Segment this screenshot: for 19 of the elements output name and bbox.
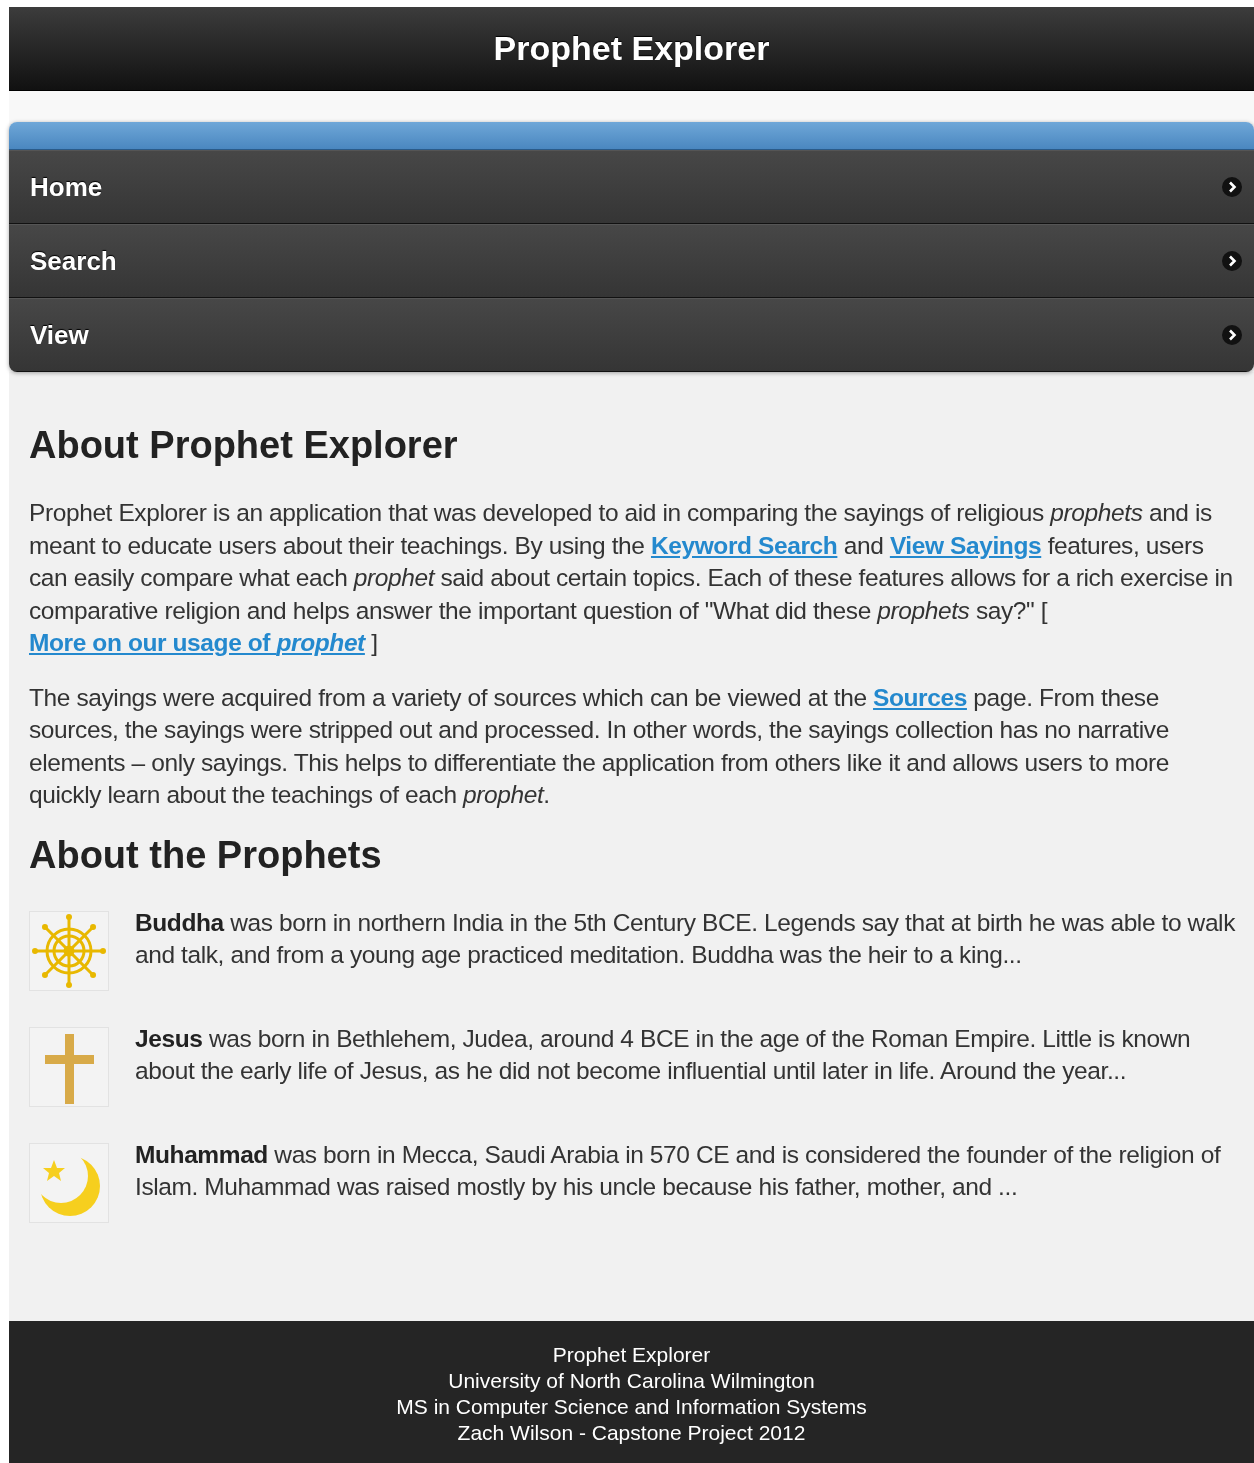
- text-link[interactable]: More on our usage of prophet: [29, 629, 365, 656]
- paragraph: Prophet Explorer is an application that was developed to aid in comparing the sayings of religious prophets and is meant to educate users about their teachings. By using the Keyword Search and View Sayings features, users can easily compare what each prophet said about certain topics. Each of these features allows for a rich exercise in comparative religion and helps answer the important question of "What did these prophets say?" [ More on our usage of prophet ]: [29, 498, 1234, 658]
- text-link[interactable]: View Sayings: [889, 531, 1042, 559]
- prophet-summary: Muhammad was born in Mecca, Saudi Arabia in 570 CE and is considered the founder of the religion of Islam. Muhammad was raised mostly by his uncle because his father, mother, and ...: [135, 1139, 1222, 1202]
- text-link[interactable]: Keyword Search: [650, 531, 838, 559]
- prophet-summary: Buddha was born in northern India in the 5th Century BCE. Legends say that at birth he was able to walk and talk, and from a young age practiced meditation. Buddha was the heir to a king...: [135, 907, 1236, 970]
- footer-text: University of North Carolina Wilmington: [448, 1368, 815, 1394]
- nav-item[interactable]: Home: [9, 150, 1254, 224]
- section-heading: About the Prophets: [29, 833, 383, 877]
- nav-item[interactable]: Search: [9, 224, 1254, 298]
- section-heading: About Prophet Explorer: [29, 424, 459, 467]
- footer-text: Prophet Explorer: [552, 1342, 711, 1368]
- prophet-summary: Jesus was born in Bethlehem, Judea, around 4 BCE in the age of the Roman Empire. Little is known about the early life of Jesus, as he did not become influential until later in life. Around the year...: [135, 1023, 1192, 1086]
- page-title: Prophet Explorer: [493, 29, 770, 68]
- paragraph: The sayings were acquired from a variety of sources which can be viewed at the Sources page. From these sources, the sayings were stripped out and processed. In other words, the sayings collection has no narrative elements – only sayings. This helps to differentiate the application from others like it and allows users to more quickly learn about the teachings of each prophet.: [29, 682, 1171, 810]
- footer-text: MS in Computer Science and Information Systems: [396, 1394, 867, 1420]
- text-link[interactable]: Sources: [873, 683, 967, 711]
- nav-item[interactable]: View: [9, 298, 1254, 372]
- footer-text: Zach Wilson - Capstone Project 2012: [457, 1420, 806, 1446]
